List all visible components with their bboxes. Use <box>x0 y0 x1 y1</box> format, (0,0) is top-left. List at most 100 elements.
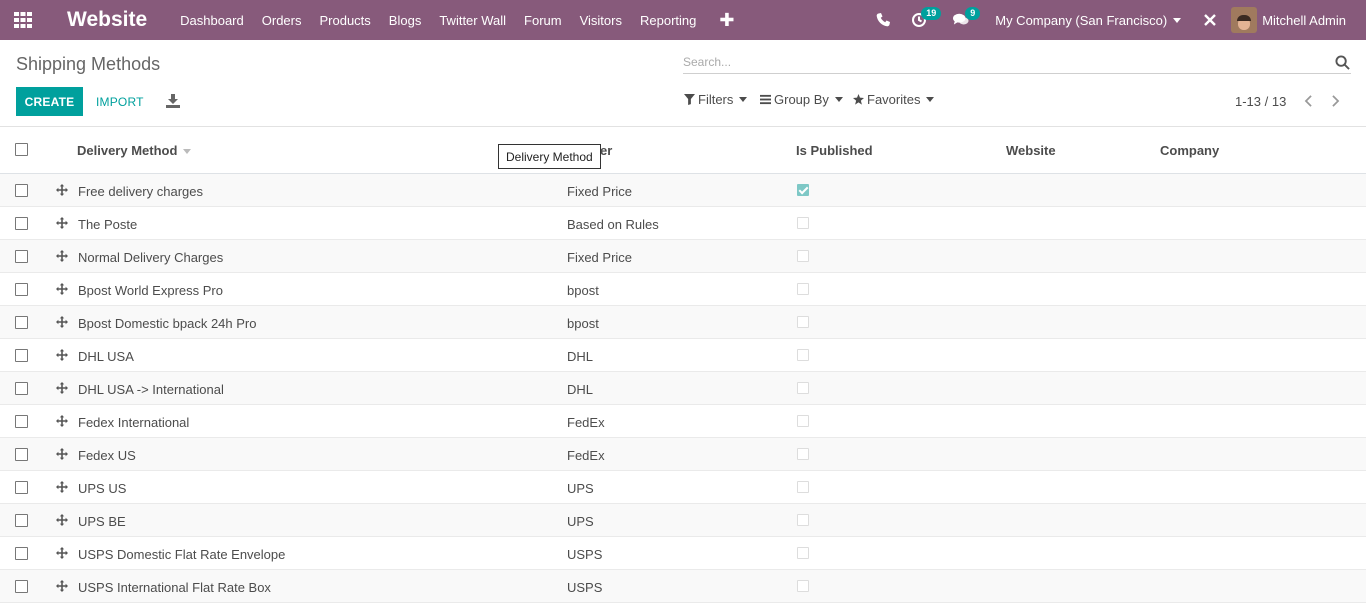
delivery-method-cell: UPS US <box>78 481 127 496</box>
drag-handle-icon[interactable] <box>56 349 68 361</box>
table-row[interactable]: DHL USA DHL <box>0 339 1366 372</box>
is-published-checkbox[interactable] <box>797 415 809 427</box>
is-published-checkbox[interactable] <box>797 316 809 328</box>
drag-handle-icon[interactable] <box>56 184 68 196</box>
caret-down-icon <box>834 97 843 102</box>
provider-cell: DHL <box>567 382 594 397</box>
messages-icon[interactable]: 9 <box>943 0 981 40</box>
activity-clock-icon[interactable]: 19 <box>901 0 942 40</box>
drag-handle-icon[interactable] <box>56 481 68 493</box>
column-header-website[interactable]: Website <box>1006 143 1056 158</box>
user-menu[interactable]: Mitchell Admin <box>1231 7 1366 33</box>
provider-cell: FedEx <box>567 415 605 430</box>
filters-dropdown[interactable]: Filters <box>684 92 748 107</box>
menu-item-forum[interactable]: Forum <box>515 13 571 28</box>
is-published-checkbox[interactable] <box>797 217 809 229</box>
favorites-label: Favorites <box>867 92 921 107</box>
drag-handle-icon[interactable] <box>56 580 68 592</box>
row-checkbox[interactable] <box>15 580 28 593</box>
drag-handle-icon[interactable] <box>56 415 68 427</box>
table-row[interactable]: USPS Domestic Flat Rate Envelope USPS <box>0 537 1366 570</box>
table-row[interactable]: Fedex US FedEx <box>0 438 1366 471</box>
row-checkbox[interactable] <box>15 283 28 296</box>
provider-cell: Based on Rules <box>567 217 659 232</box>
menu-item-twitter-wall[interactable]: Twitter Wall <box>430 13 515 28</box>
drag-handle-icon[interactable] <box>56 514 68 526</box>
table-row[interactable]: USPS International Flat Rate Box USPS <box>0 570 1366 603</box>
app-title[interactable]: Website <box>67 8 147 32</box>
table-row[interactable]: Bpost World Express Pro bpost <box>0 273 1366 306</box>
search-icon[interactable] <box>1335 55 1350 70</box>
pager-previous-icon[interactable] <box>1300 92 1316 110</box>
column-header-is-published[interactable]: Is Published <box>796 143 873 158</box>
drag-handle-icon[interactable] <box>56 250 68 262</box>
table-row[interactable]: DHL USA -> International DHL <box>0 372 1366 405</box>
provider-cell: bpost <box>567 283 599 298</box>
table-row[interactable]: UPS BE UPS <box>0 504 1366 537</box>
row-checkbox[interactable] <box>15 250 28 263</box>
message-count-badge: 9 <box>965 7 981 20</box>
drag-handle-icon[interactable] <box>56 547 68 559</box>
table-row[interactable]: UPS US UPS <box>0 471 1366 504</box>
is-published-checkbox[interactable] <box>797 349 809 361</box>
is-published-checkbox[interactable] <box>797 481 809 493</box>
create-button[interactable]: CREATE <box>16 87 83 116</box>
groupby-dropdown[interactable]: Group By <box>760 92 843 107</box>
row-checkbox[interactable] <box>15 448 28 461</box>
pager-next-icon[interactable] <box>1327 92 1343 110</box>
column-header-company[interactable]: Company <box>1160 143 1219 158</box>
drag-handle-icon[interactable] <box>56 316 68 328</box>
is-published-checkbox[interactable] <box>797 514 809 526</box>
menu-item-reporting[interactable]: Reporting <box>631 13 705 28</box>
row-checkbox[interactable] <box>15 316 28 329</box>
is-published-checkbox[interactable] <box>797 250 809 262</box>
row-checkbox[interactable] <box>15 514 28 527</box>
menu-item-orders[interactable]: Orders <box>253 13 311 28</box>
drag-handle-icon[interactable] <box>56 217 68 229</box>
row-checkbox[interactable] <box>15 349 28 362</box>
menu-item-dashboard[interactable]: Dashboard <box>171 13 253 28</box>
menu-item-visitors[interactable]: Visitors <box>571 13 631 28</box>
provider-cell: bpost <box>567 316 599 331</box>
is-published-checkbox[interactable] <box>797 448 809 460</box>
table-header: Delivery Method er Is Published Website … <box>0 127 1366 174</box>
is-published-checkbox[interactable] <box>797 580 809 592</box>
drag-handle-icon[interactable] <box>56 283 68 295</box>
is-published-checkbox[interactable] <box>797 184 809 196</box>
debug-close-icon[interactable] <box>1193 0 1231 40</box>
table-row[interactable]: Normal Delivery Charges Fixed Price <box>0 240 1366 273</box>
table-row[interactable]: The Poste Based on Rules <box>0 207 1366 240</box>
select-all-checkbox[interactable] <box>15 143 28 156</box>
column-header-provider[interactable]: er <box>600 143 612 158</box>
menu-item-products[interactable]: Products <box>310 13 379 28</box>
column-header-delivery-method[interactable]: Delivery Method <box>77 143 192 158</box>
drag-handle-icon[interactable] <box>56 382 68 394</box>
star-icon <box>853 94 864 105</box>
row-checkbox[interactable] <box>15 382 28 395</box>
row-checkbox[interactable] <box>15 547 28 560</box>
row-checkbox[interactable] <box>15 184 28 197</box>
table-row[interactable]: Fedex International FedEx <box>0 405 1366 438</box>
table-row[interactable]: Bpost Domestic bpack 24h Pro bpost <box>0 306 1366 339</box>
drag-handle-icon[interactable] <box>56 448 68 460</box>
import-button[interactable]: IMPORT <box>90 87 150 116</box>
is-published-checkbox[interactable] <box>797 547 809 559</box>
delivery-method-cell: Bpost Domestic bpack 24h Pro <box>78 316 257 331</box>
pager-value[interactable]: 1-13 / 13 <box>1235 94 1286 109</box>
delivery-method-cell: Normal Delivery Charges <box>78 250 224 265</box>
is-published-checkbox[interactable] <box>797 382 809 394</box>
company-switcher[interactable]: My Company (San Francisco) <box>979 13 1193 28</box>
download-icon[interactable] <box>166 94 180 108</box>
phone-icon[interactable] <box>865 0 901 40</box>
search-input[interactable] <box>683 52 1323 72</box>
table-row[interactable]: Free delivery charges Fixed Price <box>0 174 1366 207</box>
apps-grid-icon[interactable] <box>0 0 46 40</box>
menu-item-blogs[interactable]: Blogs <box>380 13 431 28</box>
row-checkbox[interactable] <box>15 217 28 230</box>
main-menu: Dashboard Orders Products Blogs Twitter … <box>171 10 748 31</box>
favorites-dropdown[interactable]: Favorites <box>853 92 935 107</box>
is-published-checkbox[interactable] <box>797 283 809 295</box>
row-checkbox[interactable] <box>15 481 28 494</box>
row-checkbox[interactable] <box>15 415 28 428</box>
plus-icon[interactable]: ✚ <box>705 10 748 31</box>
